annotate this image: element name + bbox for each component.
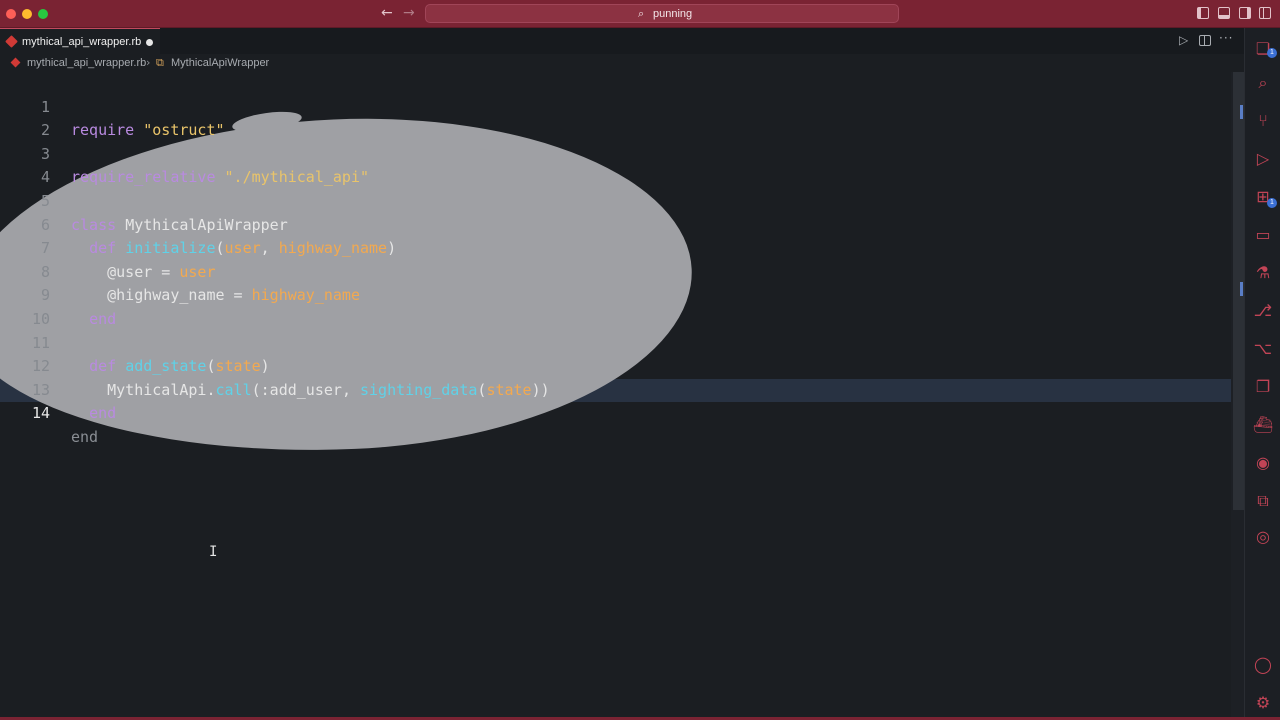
line-number: 14: [31, 404, 50, 423]
code-line-14: 14 end: [0, 379, 1244, 446]
window-minimize-button[interactable]: [22, 9, 32, 19]
extensions-badge: 1: [1267, 198, 1277, 208]
search-icon: ⌕: [638, 7, 645, 20]
source-control-icon[interactable]: ⑂: [1252, 110, 1274, 132]
keyword: end: [89, 404, 117, 423]
editor-tab-bar: mythical_api_wrapper.rb: [0, 28, 1244, 54]
testing-icon[interactable]: ⚗: [1252, 262, 1274, 284]
back-arrow-icon[interactable]: ←: [381, 5, 393, 21]
code-line-8: 8 @highway_name = highway_name: [0, 237, 1244, 305]
code-editor[interactable]: 1 require "ostruct" 2 3 require_relative…: [0, 72, 1244, 718]
keyword: end: [71, 427, 99, 446]
code-line-5: 5 class MythicalApiWrapper: [0, 166, 1244, 234]
command-center-search[interactable]: ⌕ punning: [425, 4, 899, 23]
code-line-3: 3 require_relative "./mythical_api": [0, 119, 1244, 187]
git-lens-icon[interactable]: ⌥: [1252, 338, 1274, 360]
account-icon[interactable]: ◯: [1252, 654, 1274, 676]
breadcrumb-file[interactable]: mythical_api_wrapper.rb: [27, 57, 146, 69]
code-line-12: 12 MythicalApi.call(:add_user, sighting_…: [0, 332, 1244, 399]
tab-mythical-api-wrapper[interactable]: mythical_api_wrapper.rb: [0, 28, 160, 54]
forward-arrow-icon[interactable]: →: [403, 5, 415, 21]
github-icon[interactable]: ◉: [1252, 452, 1274, 474]
containers-icon[interactable]: ❐: [1252, 376, 1274, 398]
gitpod-icon[interactable]: ◎: [1252, 526, 1274, 548]
code-line-6: 6 def initialize(user, highway_name): [0, 190, 1244, 258]
breadcrumb-symbol[interactable]: MythicalApiWrapper: [171, 57, 269, 69]
explorer-badge: 1: [1267, 48, 1277, 58]
code-line-9: 9 end: [0, 261, 1244, 328]
toggle-primary-sidebar-icon[interactable]: [1197, 7, 1209, 19]
customize-layout-icon[interactable]: [1259, 7, 1271, 19]
window-close-button[interactable]: [6, 9, 16, 19]
code-line-11: 11 def add_state(state): [0, 308, 1244, 376]
breadcrumb: mythical_api_wrapper.rb › ⧉ MythicalApiW…: [0, 54, 1244, 72]
ruby-file-icon: [5, 35, 18, 48]
toggle-secondary-sidebar-icon[interactable]: [1239, 7, 1251, 19]
code-line-10: 10: [0, 284, 1244, 328]
code-line-2: 2: [0, 96, 1244, 139]
git-graph-icon[interactable]: ⎇: [1252, 300, 1274, 322]
run-debug-icon[interactable]: ▷: [1252, 148, 1274, 170]
toggle-panel-icon[interactable]: [1218, 7, 1230, 19]
code-line-1: 1 require "ostruct": [0, 72, 1244, 140]
command-center-text: punning: [653, 8, 693, 20]
code-line-4: 4: [0, 143, 1244, 186]
activity-bar: ❏ 1 ⌕ ⑂ ▷ ⊞ 1 ▭ ⚗ ⎇ ⌥ ❐ ⛴ ◉ ⧉ ◎ ◯ ⚙: [1244, 28, 1280, 718]
docker-icon[interactable]: ⛴: [1252, 414, 1274, 436]
ruby-file-icon: [10, 57, 21, 68]
settings-gear-icon[interactable]: ⚙: [1252, 692, 1274, 714]
code-line-13: 13 end: [0, 355, 1244, 423]
title-bar: ← → ⌕ punning: [0, 0, 1280, 28]
run-file-icon[interactable]: ▷: [1179, 33, 1188, 47]
more-actions-icon[interactable]: ···: [1219, 31, 1233, 45]
copilot-icon[interactable]: ⧉: [1252, 490, 1274, 512]
remote-explorer-icon[interactable]: ▭: [1252, 224, 1274, 246]
class-symbol-icon: ⧉: [156, 56, 164, 69]
mouse-ibeam-cursor: I: [209, 544, 218, 560]
scrollbar-marker: [1240, 105, 1243, 119]
tab-label: mythical_api_wrapper.rb: [22, 36, 142, 48]
split-editor-icon[interactable]: [1199, 35, 1211, 46]
code-line-7: 7 @user = user: [0, 214, 1244, 281]
unsaved-dot-icon[interactable]: [146, 39, 153, 46]
scrollbar-marker: [1240, 282, 1243, 296]
chevron-right-icon: ›: [146, 56, 151, 69]
window-maximize-button[interactable]: [38, 9, 48, 19]
search-icon[interactable]: ⌕: [1252, 72, 1274, 94]
